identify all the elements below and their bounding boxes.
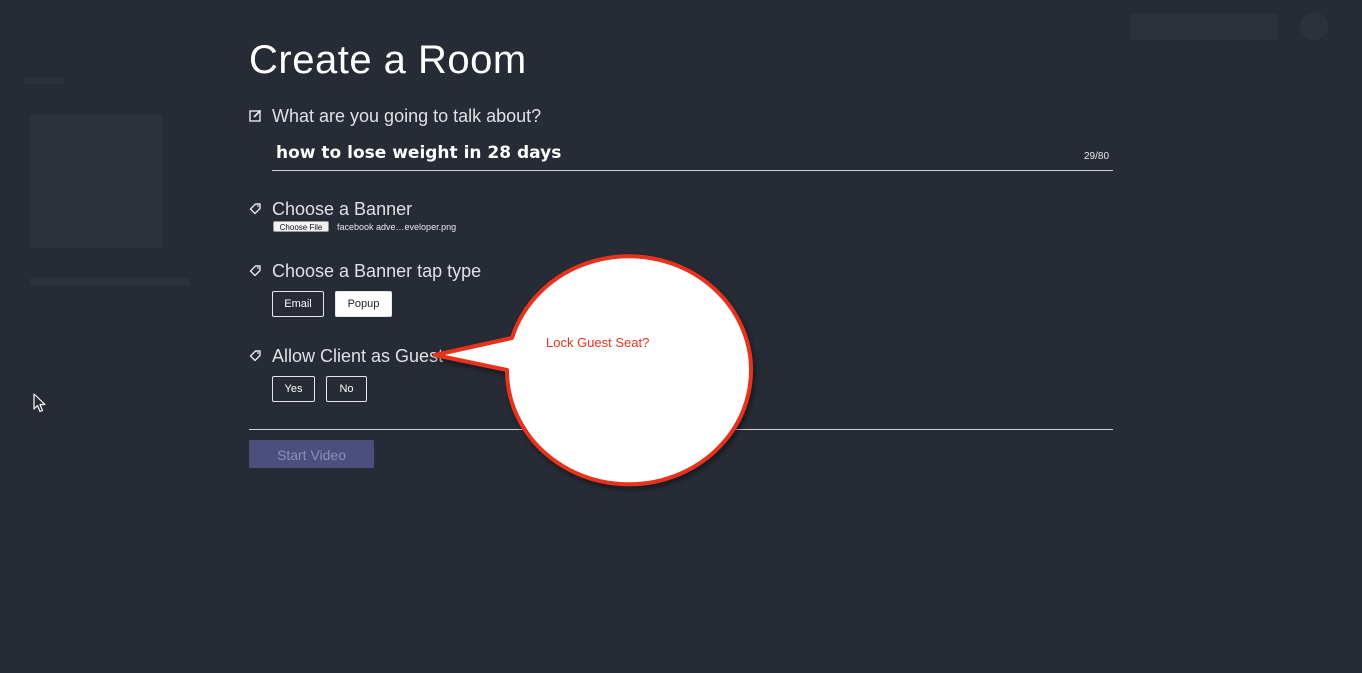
topic-underline xyxy=(272,170,1113,171)
tag-icon xyxy=(249,264,263,278)
banner-tap-type-label: Choose a Banner tap type xyxy=(272,261,482,281)
email-option-button[interactable]: Email xyxy=(272,291,324,317)
background-search-box xyxy=(1130,14,1278,40)
tag-icon xyxy=(249,202,263,216)
no-option-button[interactable]: No xyxy=(326,376,367,402)
divider xyxy=(249,429,1113,430)
background-text-line xyxy=(24,78,64,84)
popup-option-button[interactable]: Popup xyxy=(335,291,392,317)
page-title: Create a Room xyxy=(249,38,527,82)
yes-option-button[interactable]: Yes xyxy=(272,376,315,402)
start-video-button[interactable]: Start Video xyxy=(249,440,374,468)
topic-label: What are you going to talk about? xyxy=(272,106,542,126)
choose-file-button[interactable]: Choose File xyxy=(273,221,329,232)
topic-input[interactable] xyxy=(272,138,1076,168)
background-avatar xyxy=(1300,12,1328,40)
character-counter: 29/80 xyxy=(1084,151,1110,162)
mouse-cursor-icon xyxy=(33,393,47,418)
annotation-text: Lock Guest Seat? xyxy=(546,335,650,350)
allow-client-as-guest-label: Allow Client as Guest xyxy=(272,346,444,366)
background-text-line xyxy=(30,278,190,286)
edit-icon xyxy=(249,109,263,123)
tag-icon xyxy=(249,349,263,363)
page: Create a Room What are you going to talk… xyxy=(0,0,1362,673)
chosen-file-name: facebook adve…eveloper.png xyxy=(337,222,457,232)
annotation-speech-bubble xyxy=(433,254,753,487)
banner-label: Choose a Banner xyxy=(272,199,413,219)
background-card xyxy=(30,115,163,248)
